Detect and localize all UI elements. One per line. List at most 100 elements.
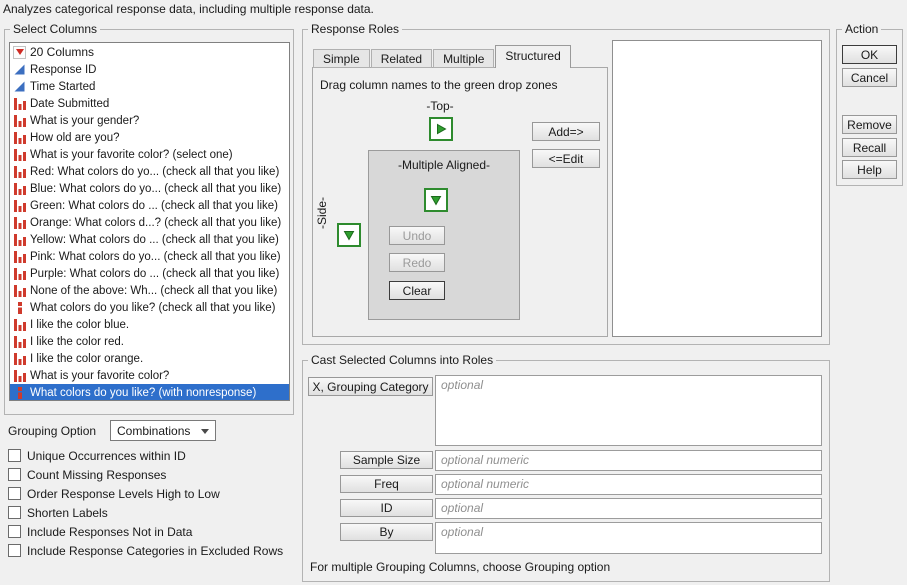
freq-button[interactable]: Freq bbox=[340, 475, 433, 493]
column-item-label: What is your favorite color? (select one… bbox=[30, 149, 233, 161]
column-item[interactable]: Blue: What colors do yo... (check all th… bbox=[10, 180, 289, 197]
column-item[interactable]: What is your favorite color? (select one… bbox=[10, 146, 289, 163]
columns-count-header[interactable]: 20 Columns bbox=[10, 43, 289, 61]
id-field[interactable]: optional bbox=[435, 498, 822, 519]
recall-button[interactable]: Recall bbox=[842, 138, 897, 157]
green-arrow-down-icon bbox=[430, 194, 442, 206]
column-item[interactable]: Orange: What colors d...? (check all tha… bbox=[10, 214, 289, 231]
column-item-label: Purple: What colors do ... (check all th… bbox=[30, 268, 279, 280]
remove-button[interactable]: Remove bbox=[842, 115, 897, 134]
response-roles-title: Response Roles bbox=[308, 22, 402, 36]
checkbox[interactable] bbox=[8, 487, 21, 500]
continuous-icon bbox=[14, 81, 26, 93]
nominal-icon bbox=[14, 336, 26, 348]
column-item[interactable]: How old are you? bbox=[10, 129, 289, 146]
column-list[interactable]: 20 Columns Response ID Time StartedDate S… bbox=[9, 42, 290, 401]
grouping-option-value: Combinations bbox=[117, 424, 190, 438]
grouping-option-dropdown[interactable]: Combinations bbox=[110, 420, 216, 441]
checkbox[interactable] bbox=[8, 544, 21, 557]
clear-button[interactable]: Clear bbox=[389, 281, 445, 300]
cancel-button[interactable]: Cancel bbox=[842, 68, 897, 87]
nominal-icon bbox=[14, 98, 26, 110]
grouping-checkbox-row[interactable]: Include Response Categories in Excluded … bbox=[8, 541, 283, 560]
column-item[interactable]: I like the color blue. bbox=[10, 316, 289, 333]
sample-size-field[interactable]: optional numeric bbox=[435, 450, 822, 471]
response-structure-list[interactable] bbox=[612, 40, 822, 337]
freq-placeholder: optional numeric bbox=[441, 477, 529, 491]
by-field[interactable]: optional bbox=[435, 522, 822, 554]
x-grouping-category-button[interactable]: X, Grouping Category bbox=[308, 377, 433, 396]
categorical-launch-dialog: Analyzes categorical response data, incl… bbox=[0, 0, 907, 585]
sample-size-button[interactable]: Sample Size bbox=[340, 451, 433, 469]
checkbox[interactable] bbox=[8, 449, 21, 462]
checkbox[interactable] bbox=[8, 525, 21, 538]
ok-button[interactable]: OK bbox=[842, 45, 897, 64]
nominal-icon bbox=[14, 183, 26, 195]
column-item[interactable]: I like the color orange. bbox=[10, 350, 289, 367]
column-item-label: What is your favorite color? bbox=[30, 370, 169, 382]
checkbox-label: Order Response Levels High to Low bbox=[27, 487, 220, 501]
edit-button[interactable]: <=Edit bbox=[532, 149, 600, 168]
column-item[interactable]: What colors do you like? (with nonrespon… bbox=[10, 384, 289, 401]
by-button[interactable]: By bbox=[340, 523, 433, 541]
column-items: Response IDTime StartedDate SubmittedWha… bbox=[10, 61, 289, 401]
x-grouping-field[interactable]: optional bbox=[435, 375, 822, 446]
multiple-aligned-drop-zone[interactable] bbox=[424, 188, 448, 212]
column-item[interactable]: Green: What colors do ... (check all tha… bbox=[10, 197, 289, 214]
column-item-label: Red: What colors do yo... (check all tha… bbox=[30, 166, 279, 178]
checkbox[interactable] bbox=[8, 468, 21, 481]
grouping-checkbox-row[interactable]: Shorten Labels bbox=[8, 503, 283, 522]
column-item[interactable]: Date Submitted bbox=[10, 95, 289, 112]
column-item[interactable]: Red: What colors do yo... (check all tha… bbox=[10, 163, 289, 180]
multiple-response-icon bbox=[14, 302, 26, 314]
column-item[interactable]: Response ID bbox=[10, 61, 289, 78]
column-item[interactable]: What is your gender? bbox=[10, 112, 289, 129]
column-item[interactable]: What is your favorite color? bbox=[10, 367, 289, 384]
response-roles-tabs: SimpleRelatedMultipleStructured bbox=[313, 45, 572, 68]
grouping-checkbox-row[interactable]: Unique Occurrences within ID bbox=[8, 446, 283, 465]
column-item[interactable]: Purple: What colors do ... (check all th… bbox=[10, 265, 289, 282]
freq-field[interactable]: optional numeric bbox=[435, 474, 822, 495]
red-triangle-menu-icon[interactable] bbox=[13, 46, 26, 59]
top-drop-zone[interactable] bbox=[429, 117, 453, 141]
nominal-icon bbox=[14, 268, 26, 280]
column-item-label: Yellow: What colors do ... (check all th… bbox=[30, 234, 279, 246]
grouping-checkbox-row[interactable]: Include Responses Not in Data bbox=[8, 522, 283, 541]
nominal-icon bbox=[14, 370, 26, 382]
column-item-label: None of the above: Wh... (check all that… bbox=[30, 285, 277, 297]
column-item[interactable]: Yellow: What colors do ... (check all th… bbox=[10, 231, 289, 248]
column-item-label: I like the color red. bbox=[30, 336, 124, 348]
nominal-icon bbox=[14, 200, 26, 212]
id-placeholder: optional bbox=[441, 501, 483, 515]
id-button[interactable]: ID bbox=[340, 499, 433, 517]
green-arrow-down-icon bbox=[343, 229, 355, 241]
help-button[interactable]: Help bbox=[842, 160, 897, 179]
column-item[interactable]: Time Started bbox=[10, 78, 289, 95]
nominal-icon bbox=[14, 353, 26, 365]
column-item-label: I like the color blue. bbox=[30, 319, 129, 331]
redo-button[interactable]: Redo bbox=[389, 253, 445, 272]
tab-structured[interactable]: Structured bbox=[495, 45, 570, 68]
column-item[interactable]: Pink: What colors do yo... (check all th… bbox=[10, 248, 289, 265]
column-item[interactable]: What colors do you like? (check all that… bbox=[10, 299, 289, 316]
side-drop-zone[interactable] bbox=[337, 223, 361, 247]
column-item[interactable]: I like the color red. bbox=[10, 333, 289, 350]
tab-multiple[interactable]: Multiple bbox=[433, 49, 494, 68]
checkbox[interactable] bbox=[8, 506, 21, 519]
column-item[interactable]: None of the above: Wh... (check all that… bbox=[10, 282, 289, 299]
undo-button[interactable]: Undo bbox=[389, 226, 445, 245]
tab-related[interactable]: Related bbox=[371, 49, 432, 68]
grouping-checkbox-row[interactable]: Order Response Levels High to Low bbox=[8, 484, 283, 503]
checkbox-label: Shorten Labels bbox=[27, 506, 108, 520]
grouping-checkbox-row[interactable]: Count Missing Responses bbox=[8, 465, 283, 484]
column-item-label: Pink: What colors do yo... (check all th… bbox=[30, 251, 281, 263]
column-item-label: How old are you? bbox=[30, 132, 120, 144]
add-button[interactable]: Add=> bbox=[532, 122, 600, 141]
column-item-label: Response ID bbox=[30, 64, 96, 76]
columns-count-label: 20 Columns bbox=[30, 45, 94, 59]
column-item-label: Green: What colors do ... (check all tha… bbox=[30, 200, 278, 212]
tab-simple[interactable]: Simple bbox=[313, 49, 370, 68]
by-placeholder: optional bbox=[441, 525, 483, 539]
checkbox-label: Include Response Categories in Excluded … bbox=[27, 544, 283, 558]
nominal-icon bbox=[14, 115, 26, 127]
